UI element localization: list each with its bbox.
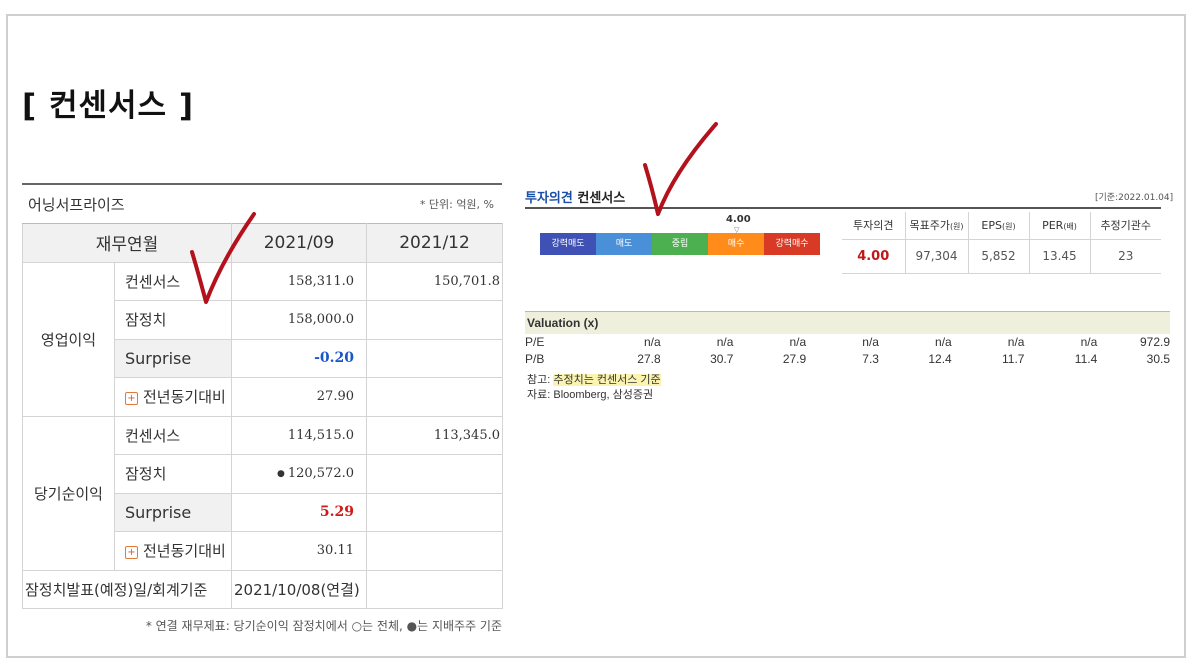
page-title: [ 컨센서스 ] (22, 88, 195, 124)
row-label: P/E (525, 335, 545, 349)
column-header-analyst-count: 추정기관수 (1089, 212, 1161, 240)
cell-value: 30.11 (231, 531, 367, 571)
cell-value: 113,345.0 (366, 415, 503, 455)
row-label[interactable]: 전년동기대비 (143, 542, 226, 560)
rating-buy: 매수 (708, 233, 764, 255)
cell-value (366, 569, 503, 609)
cell-value: 27.9 (782, 352, 807, 366)
expand-plus-icon[interactable]: + (125, 546, 138, 560)
cell-analyst-count: 23 (1089, 239, 1161, 274)
table-row: 영업이익 컨센서스 158,311.0 150,701.8 (22, 261, 503, 417)
cell-value: n/a (1080, 335, 1098, 349)
opinion-table: 투자의견 목표주가(원) EPS(원) PER(배) 추정기관수 4.00 97… (842, 212, 1161, 274)
cell-value: 27.90 (231, 377, 367, 417)
opinion-score: 4.00 (726, 214, 751, 225)
opinion-title-accent: 투자의견 (525, 191, 573, 206)
group-label-operating: 영업이익 (22, 261, 115, 417)
rating-hold: 중립 (652, 233, 708, 255)
rating-scale: 강력매도 매도 중립 매수 강력매수 (540, 233, 820, 255)
column-header-per: PER(배) (1028, 212, 1090, 240)
table-row: P/E n/a n/a n/a n/a n/a n/a n/a 972.9 (525, 334, 1170, 351)
valuation-notes: 참고: 추정치는 컨센서스 기준 자료: Bloomberg, 삼성증권 (525, 373, 1170, 403)
cell-value: n/a (789, 335, 807, 349)
highlighted-note: 추정치는 컨센서스 기준 (553, 374, 661, 386)
surprise-value: 5.29 (319, 504, 354, 521)
earnings-surprise-header: 어닝서프라이즈 * 단위: 억원, % (22, 183, 502, 223)
cell-value (366, 338, 503, 378)
unit-note: * 단위: 억원, % (419, 198, 494, 211)
row-label-yoy[interactable]: + 전년동기대비 (114, 377, 232, 417)
cell-value: n/a (935, 335, 952, 349)
cell-eps: 5,852 (967, 239, 1029, 274)
column-header-opinion: 투자의견 (842, 212, 905, 240)
cell-value: n/a (716, 335, 734, 349)
cell-per: 13.45 (1028, 239, 1090, 274)
cell-value: 30.7 (710, 352, 734, 366)
cell-value (366, 300, 503, 340)
opinion-title-rest: 컨센서스 (572, 191, 626, 206)
check-mark-icon (643, 122, 718, 216)
cell-value: 7.3 (862, 352, 879, 366)
cell-value: 30.5 (1146, 352, 1171, 366)
cell-value: 150,701.8 (366, 261, 503, 301)
cell-value: 972.9 (1139, 335, 1171, 349)
announcement-label: 잠정치발표(예정)일/회계기준 (22, 569, 232, 609)
earnings-surprise-table: 재무연월 2021/09 2021/12 영업이익 컨센서스 158,311.0… (22, 223, 503, 609)
row-label[interactable]: 전년동기대비 (143, 388, 226, 406)
cell-value (366, 454, 503, 494)
cell-value: 27.8 (637, 352, 661, 366)
row-label: 잠정치 (114, 454, 232, 494)
cell-value: 120,572.0 (287, 466, 354, 482)
column-header-eps: EPS(원) (967, 212, 1029, 240)
bullet-icon: ● (276, 469, 285, 480)
row-label-surprise: Surprise (114, 338, 232, 378)
announcement-value: 2021/10/08(연결) (231, 569, 367, 609)
cell-value: n/a (1007, 335, 1025, 349)
cell-value (366, 492, 503, 532)
rating-strong-buy: 강력매수 (764, 233, 820, 255)
footnote: * 연결 재무제표: 당기순이익 잠정치에서 ○는 전체, ●는 지배주주 기준 (145, 619, 502, 633)
divider (525, 207, 1161, 209)
source-note: 자료: Bloomberg, 삼성증권 (527, 389, 654, 401)
valuation-panel: Valuation (x) P/E n/a n/a n/a n/a n/a n/… (525, 311, 1170, 403)
row-label-surprise: Surprise (114, 492, 232, 532)
column-header-2021-12: 2021/12 (366, 223, 503, 263)
table-header-row: 재무연월 2021/09 2021/12 (22, 223, 503, 263)
cell-value: 11.4 (1074, 352, 1098, 366)
table-row: 4.00 97,304 5,852 13.45 23 (842, 239, 1161, 274)
reference-date: [기준:2022.01.04] (1095, 193, 1174, 203)
cell-value: n/a (862, 335, 879, 349)
expand-plus-icon[interactable]: + (125, 392, 138, 406)
table-header-row: 투자의견 목표주가(원) EPS(원) PER(배) 추정기관수 (842, 212, 1161, 240)
check-mark-icon (190, 212, 256, 304)
cell-value: 12.4 (928, 352, 952, 366)
rating-strong-sell: 강력매도 (540, 233, 596, 255)
table-row: P/B 27.8 30.7 27.9 7.3 12.4 11.7 11.4 30… (525, 351, 1170, 368)
row-label: 컨센서스 (114, 415, 232, 455)
row-label-yoy[interactable]: + 전년동기대비 (114, 531, 232, 571)
earnings-surprise-title: 어닝서프라이즈 (28, 195, 125, 214)
valuation-title: Valuation (x) (525, 311, 1170, 334)
cell-value: n/a (643, 335, 661, 349)
announcement-row: 잠정치발표(예정)일/회계기준 2021/10/08(연결) (22, 569, 503, 609)
row-label: P/B (525, 352, 545, 366)
column-header-target-price: 목표주가(원) (904, 212, 968, 240)
cell-value: 11.7 (1002, 352, 1025, 366)
cell-target-price: 97,304 (904, 239, 968, 274)
estimate-note: 참고: 추정치는 컨센서스 기준 (527, 374, 661, 386)
group-label-net: 당기순이익 (22, 415, 115, 571)
surprise-value: -0.20 (314, 350, 354, 367)
opinion-title: 투자의견 컨센서스 (525, 187, 625, 206)
cell-value: 114,515.0 (231, 415, 367, 455)
rating-sell: 매도 (596, 233, 652, 255)
table-row: 당기순이익 컨센서스 114,515.0 113,345.0 (22, 415, 503, 571)
cell-value (366, 531, 503, 571)
earnings-surprise-panel: 어닝서프라이즈 * 단위: 억원, % 재무연월 2021/09 2021/12… (22, 183, 503, 634)
cell-opinion: 4.00 (842, 239, 905, 274)
cell-value (366, 377, 503, 417)
